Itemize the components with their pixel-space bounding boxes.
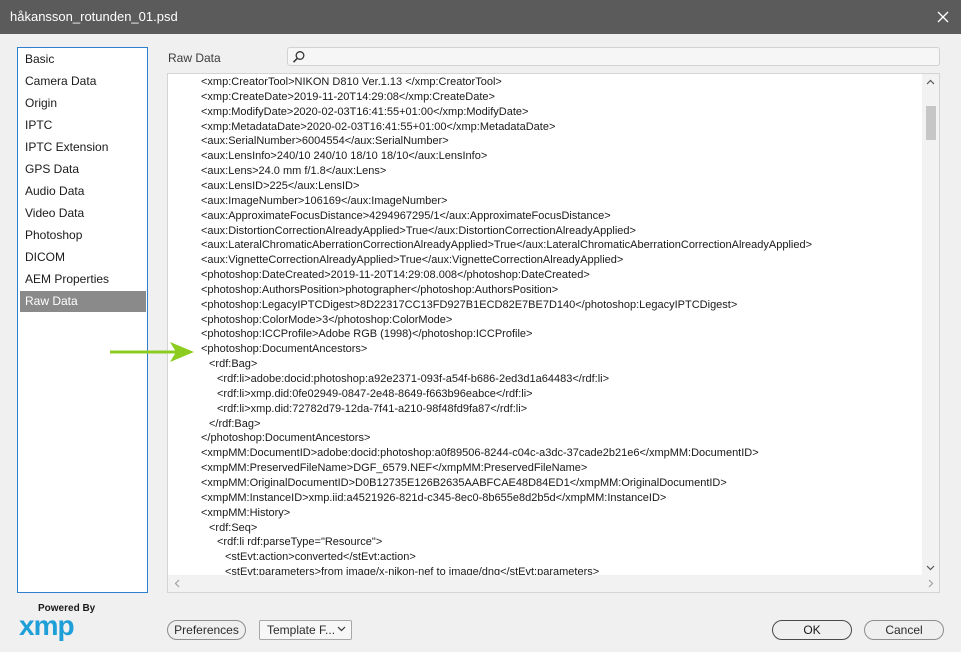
scroll-down-button[interactable]	[922, 560, 939, 576]
chevron-up-icon	[926, 79, 935, 85]
raw-data-line: <xmpMM:History>	[201, 506, 291, 519]
raw-data-line: <xmpMM:OriginalDocumentID>D0B12735E126B2…	[201, 476, 727, 489]
sidebar: Basic Camera Data Origin IPTC IPTC Exten…	[17, 47, 148, 593]
raw-data-line: <rdf:Bag>	[209, 358, 258, 371]
raw-data-line: </rdf:Bag>	[209, 417, 261, 430]
highlight-arrow-icon	[110, 342, 194, 362]
scroll-thumb[interactable]	[926, 106, 936, 140]
raw-data-line: <photoshop:ICCProfile>Adobe RGB (1998)</…	[201, 328, 533, 341]
sidebar-item-dicom[interactable]: DICOM	[20, 247, 146, 268]
raw-data-line: <xmp:MetadataDate>2020-02-03T16:41:55+01…	[201, 120, 556, 133]
raw-data-line: <photoshop:LegacyIPTCDigest>8D22317CC13F…	[201, 298, 738, 311]
chevron-down-icon	[926, 565, 935, 571]
sidebar-item-gps-data[interactable]: GPS Data	[20, 159, 146, 180]
raw-data-line: <aux:DistortionCorrectionAlreadyApplied>…	[201, 224, 636, 237]
raw-data-line: <aux:LensID>225</aux:LensID>	[201, 179, 360, 192]
raw-data-line: <aux:SerialNumber>6004554</aux:SerialNum…	[201, 135, 449, 148]
horizontal-scrollbar[interactable]	[168, 575, 939, 592]
raw-data-line: <aux:ImageNumber>106169</aux:ImageNumber…	[201, 194, 448, 207]
raw-data-line: <aux:ApproximateFocusDistance>4294967295…	[201, 209, 611, 222]
close-icon	[937, 11, 949, 23]
template-dropdown[interactable]: Template F...	[259, 620, 352, 640]
raw-data-line: <photoshop:DateCreated>2019-11-20T14:29:…	[201, 269, 590, 282]
search-box	[287, 47, 940, 66]
raw-data-line: <xmpMM:DocumentID>adobe:docid:photoshop:…	[201, 447, 759, 460]
sidebar-item-video-data[interactable]: Video Data	[20, 203, 146, 224]
raw-data-line: <rdf:li>xmp.did:0fe02949-0847-2e48-8649-…	[217, 387, 533, 400]
close-button[interactable]	[929, 3, 957, 31]
template-dropdown-label: Template F...	[267, 623, 336, 637]
raw-data-line: <rdf:li>xmp.did:72782d79-12da-7f41-a210-…	[217, 402, 528, 415]
raw-data-line: <rdf:Seq>	[209, 521, 258, 534]
raw-data-line: <rdf:li rdf:parseType="Resource">	[217, 536, 383, 549]
raw-data-line: <xmpMM:InstanceID>xmp.iid:a4521926-821d-…	[201, 491, 667, 504]
sidebar-item-aem-properties[interactable]: AEM Properties	[20, 269, 146, 290]
raw-data-line: </photoshop:DocumentAncestors>	[201, 432, 371, 445]
raw-data-text[interactable]: <xmp:CreatorTool>NIKON D810 Ver.1.13 </x…	[168, 74, 920, 576]
raw-data-line: <xmp:CreateDate>2019-11-20T14:29:08</xmp…	[201, 90, 495, 103]
sidebar-item-iptc[interactable]: IPTC	[20, 115, 146, 136]
raw-data-line: <photoshop:ColorMode>3</photoshop:ColorM…	[201, 313, 453, 326]
sidebar-item-audio-data[interactable]: Audio Data	[20, 181, 146, 202]
window-title: håkansson_rotunden_01.psd	[10, 9, 178, 24]
search-icon	[292, 51, 305, 63]
raw-data-line: <rdf:li>adobe:docid:photoshop:a92e2371-0…	[217, 373, 610, 385]
raw-data-line: <aux:LensInfo>240/10 240/10 18/10 18/10<…	[201, 150, 488, 163]
raw-data-line: <photoshop:AuthorsPosition>photographer<…	[201, 283, 559, 296]
sidebar-item-photoshop[interactable]: Photoshop	[20, 225, 146, 246]
xmp-logo: Powered By xmp	[18, 603, 98, 641]
scroll-up-button[interactable]	[922, 74, 939, 90]
raw-data-line: <xmp:CreatorTool>NIKON D810 Ver.1.13 </x…	[201, 76, 502, 88]
scroll-right-button[interactable]	[922, 575, 939, 592]
raw-data-line: <xmpMM:PreservedFileName>DGF_6579.NEF</x…	[201, 462, 588, 475]
vertical-scrollbar[interactable]	[922, 74, 939, 576]
search-input[interactable]	[310, 49, 930, 64]
chevron-down-icon	[337, 626, 346, 632]
chevron-right-icon	[928, 579, 933, 588]
xmp-wordmark: xmp	[19, 610, 75, 641]
raw-data-panel: <xmp:CreatorTool>NIKON D810 Ver.1.13 </x…	[167, 73, 940, 593]
raw-data-line: <photoshop:DocumentAncestors>	[201, 343, 368, 356]
chevron-left-icon	[174, 579, 179, 588]
raw-data-line: <stEvt:action>converted</stEvt:action>	[225, 551, 416, 564]
ok-button[interactable]: OK	[772, 620, 852, 640]
sidebar-item-origin[interactable]: Origin	[20, 93, 146, 114]
raw-data-line: <aux:Lens>24.0 mm f/1.8</aux:Lens>	[201, 165, 387, 178]
preferences-button[interactable]: Preferences	[167, 620, 246, 640]
sidebar-item-basic[interactable]: Basic	[20, 49, 146, 70]
raw-data-line: <aux:VignetteCorrectionAlreadyApplied>Tr…	[201, 254, 624, 267]
sidebar-item-camera-data[interactable]: Camera Data	[20, 71, 146, 92]
sidebar-item-raw-data[interactable]: Raw Data	[20, 291, 146, 312]
scroll-left-button[interactable]	[168, 575, 185, 592]
sidebar-item-iptc-extension[interactable]: IPTC Extension	[20, 137, 146, 158]
cancel-button[interactable]: Cancel	[864, 620, 944, 640]
raw-data-line: <aux:LateralChromaticAberrationCorrectio…	[201, 239, 813, 252]
raw-data-line: <xmp:ModifyDate>2020-02-03T16:41:55+01:0…	[201, 105, 529, 118]
section-title: Raw Data	[168, 51, 221, 65]
title-bar: håkansson_rotunden_01.psd	[0, 0, 961, 34]
